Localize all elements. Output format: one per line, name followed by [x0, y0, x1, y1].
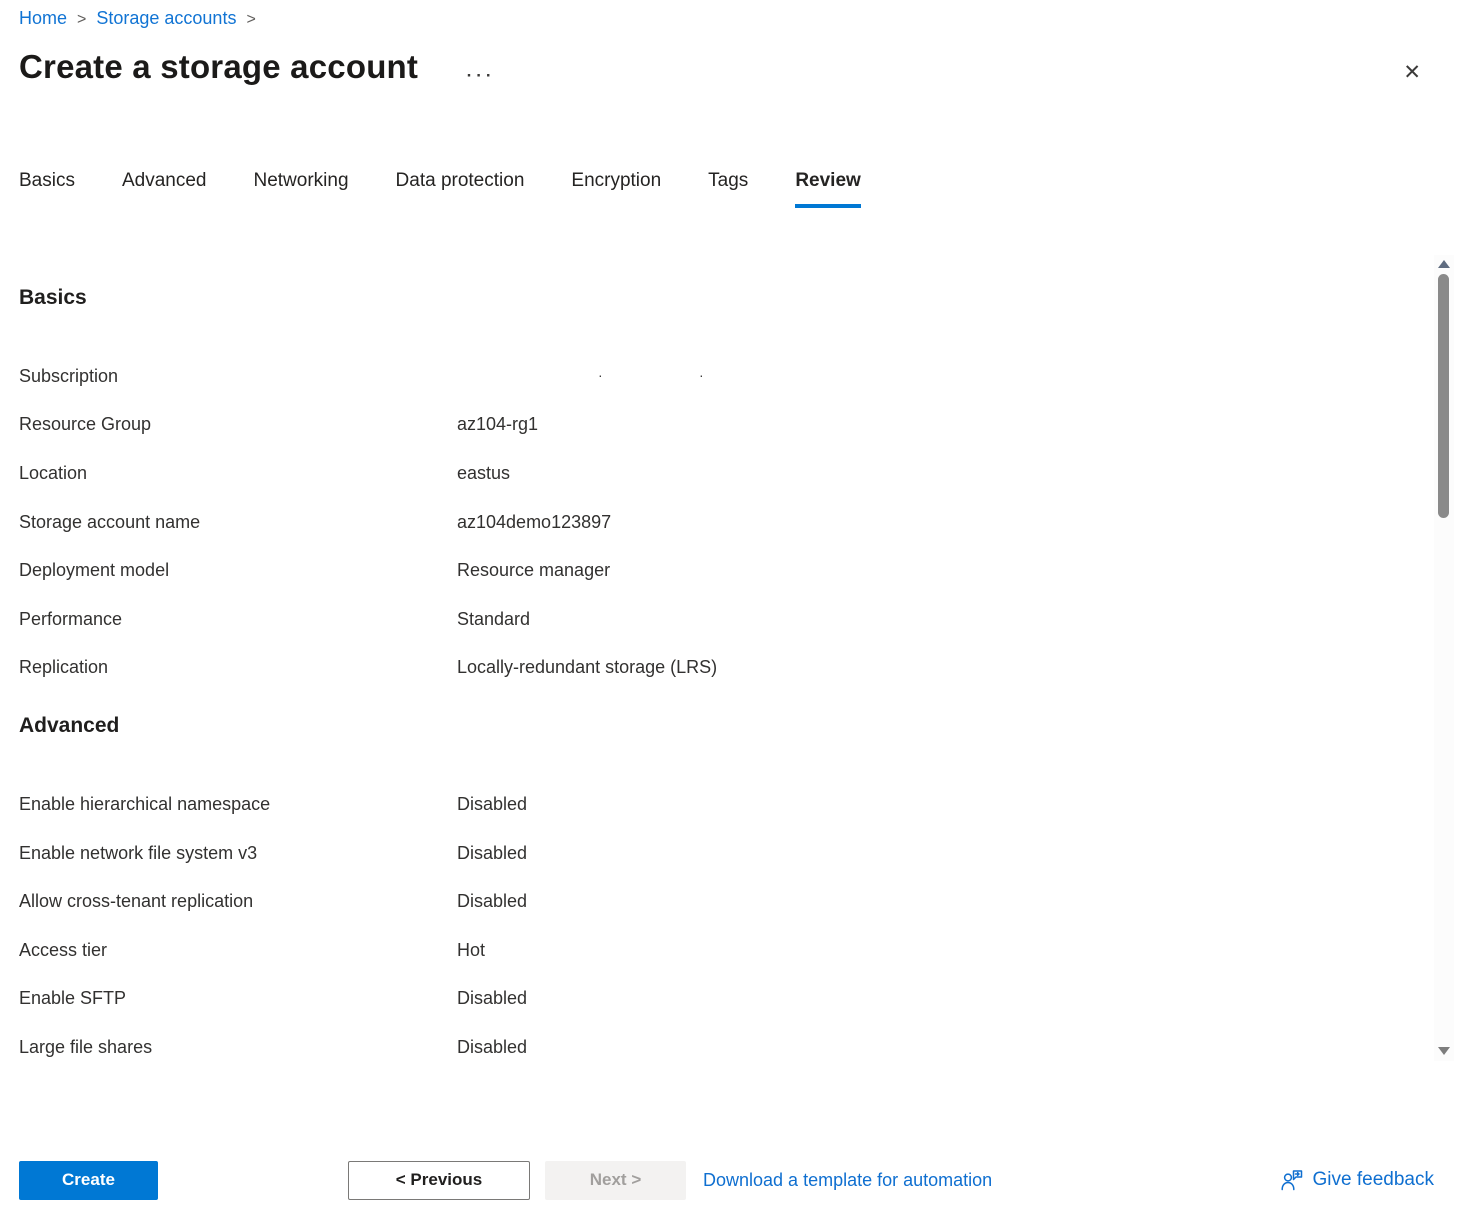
review-row: Large file sharesDisabled [19, 1023, 1387, 1072]
field-value [457, 365, 777, 387]
field-value: Disabled [457, 1037, 527, 1058]
give-feedback-label: Give feedback [1313, 1169, 1434, 1191]
field-label: Storage account name [19, 512, 457, 533]
field-label: Performance [19, 609, 457, 630]
review-row: Deployment modelResource manager [19, 546, 1387, 595]
section-heading: Advanced [19, 714, 1387, 738]
create-storage-account-page: Home > Storage accounts > Create a storage … [0, 0, 1457, 1214]
previous-button[interactable]: < Previous [348, 1161, 530, 1200]
tab-encryption[interactable]: Encryption [571, 170, 661, 208]
review-row: Resource Groupaz104-rg1 [19, 401, 1387, 450]
page-title: Create a storage account [19, 48, 418, 86]
download-template-link[interactable]: Download a template for automation [703, 1170, 992, 1191]
field-value: Disabled [457, 843, 527, 864]
field-label: Subscription [19, 366, 457, 387]
review-row: PerformanceStandard [19, 595, 1387, 644]
section-rows: SubscriptionResource Groupaz104-rg1Locat… [19, 352, 1387, 692]
field-value: az104demo123897 [457, 512, 611, 533]
tab-advanced[interactable]: Advanced [122, 170, 207, 208]
close-icon[interactable]: ✕ [1399, 58, 1425, 87]
tab-tags[interactable]: Tags [708, 170, 748, 208]
field-value: Disabled [457, 794, 527, 815]
breadcrumb-link[interactable]: Home [19, 8, 67, 28]
breadcrumb-link[interactable]: Storage accounts [96, 8, 236, 28]
field-value: eastus [457, 463, 510, 484]
review-row: Enable SFTPDisabled [19, 975, 1387, 1024]
tab-review[interactable]: Review [795, 170, 860, 208]
review-row: Subscription [19, 352, 1387, 401]
breadcrumb: Home > Storage accounts > [19, 6, 266, 32]
review-row: Storage account nameaz104demo123897 [19, 498, 1387, 547]
field-value: Locally-redundant storage (LRS) [457, 657, 717, 678]
scroll-up-icon[interactable] [1438, 260, 1450, 268]
field-label: Access tier [19, 940, 457, 961]
field-label: Large file shares [19, 1037, 457, 1058]
field-value: Hot [457, 940, 485, 961]
review-row: Enable hierarchical namespaceDisabled [19, 780, 1387, 829]
tab-basics[interactable]: Basics [19, 170, 75, 208]
field-label: Enable SFTP [19, 988, 457, 1009]
vertical-scrollbar[interactable] [1434, 255, 1454, 1061]
review-row: Allow cross-tenant replicationDisabled [19, 877, 1387, 926]
give-feedback-link[interactable]: Give feedback [1280, 1168, 1434, 1192]
field-label: Location [19, 463, 457, 484]
field-value: Disabled [457, 988, 527, 1009]
section-rows: Enable hierarchical namespaceDisabledEna… [19, 780, 1387, 1072]
field-label: Allow cross-tenant replication [19, 891, 457, 912]
field-label: Enable network file system v3 [19, 843, 457, 864]
field-value: az104-rg1 [457, 414, 538, 435]
field-value: Standard [457, 609, 530, 630]
section-heading: Basics [19, 286, 1387, 310]
field-label: Resource Group [19, 414, 457, 435]
tab-bar: Basics Advanced Networking Data protection E… [19, 170, 908, 208]
scroll-down-icon[interactable] [1438, 1047, 1450, 1055]
more-icon[interactable]: ··· [467, 66, 496, 86]
review-row: Enable network file system v3Disabled [19, 829, 1387, 878]
tab-data-protection[interactable]: Data protection [396, 170, 525, 208]
review-row: Access tierHot [19, 926, 1387, 975]
feedback-icon [1280, 1168, 1304, 1192]
field-label: Enable hierarchical namespace [19, 794, 457, 815]
field-label: Deployment model [19, 560, 457, 581]
field-label: Replication [19, 657, 457, 678]
review-row: Locationeastus [19, 449, 1387, 498]
scrollbar-thumb[interactable] [1438, 274, 1449, 518]
breadcrumb-separator-icon: > [246, 11, 255, 28]
review-content: Basics Subscription Resource Groupaz104-rg… [19, 255, 1387, 1072]
review-row: ReplicationLocally-redundant storage (LR… [19, 644, 1387, 693]
title-row: Create a storage account ··· ✕ [19, 48, 1437, 104]
breadcrumb-separator-icon: > [77, 11, 86, 28]
next-button[interactable]: Next > [545, 1161, 686, 1200]
field-value: Disabled [457, 891, 527, 912]
field-value: Resource manager [457, 560, 610, 581]
footer-bar: Create < Previous Next > Download a temp… [19, 1160, 1434, 1200]
tab-networking[interactable]: Networking [253, 170, 348, 208]
create-button[interactable]: Create [19, 1161, 158, 1200]
